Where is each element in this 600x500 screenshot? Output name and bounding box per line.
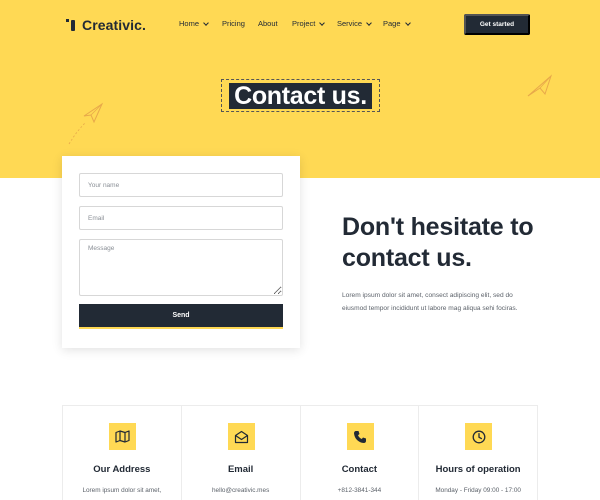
nav-item-home[interactable]: Home: [179, 19, 209, 28]
nav-item-label: Project: [292, 19, 316, 28]
nav-item-label: Pricing: [222, 19, 245, 28]
chevron-down-icon: [203, 19, 209, 26]
message-textarea[interactable]: [79, 239, 283, 296]
card-text[interactable]: +812-3841-344: [301, 487, 419, 494]
clock-icon: [465, 423, 493, 450]
card-title: Email: [227, 464, 254, 475]
email-card: Email hello@creativic.mes: [182, 406, 301, 500]
email-input[interactable]: [79, 206, 283, 230]
card-title: Contact: [341, 464, 378, 475]
paper-plane-icon: [527, 74, 553, 97]
card-title: Our Address: [93, 464, 151, 475]
card-text: Lorem ipsum dolor sit amet,: [82, 487, 162, 494]
nav-item-page[interactable]: Page: [383, 19, 411, 28]
page-title-frame: Contact us.: [221, 79, 380, 112]
nav-item-label: Service: [337, 19, 363, 28]
logo-icon: [66, 18, 78, 32]
envelope-icon: [227, 423, 255, 450]
nav-item-label: About: [258, 19, 278, 28]
section-heading: Don't hesitate to contact us.: [342, 213, 534, 272]
brand-logo[interactable]: Creativic.: [66, 16, 146, 34]
map-icon: [109, 423, 136, 450]
send-button[interactable]: Send: [79, 304, 283, 329]
brand-name: Creativic.: [82, 17, 147, 33]
nav-item-pricing[interactable]: Pricing: [222, 19, 245, 28]
nav-item-label: Home: [179, 19, 200, 28]
nav-item-label: Page: [383, 19, 401, 28]
chevron-down-icon: [319, 19, 326, 26]
section-description: Lorem ipsum dolor sit amet, consect adip…: [342, 292, 518, 312]
contact-card: Contact +812-3841-344: [301, 406, 420, 500]
nav-item-about[interactable]: About: [258, 19, 278, 28]
address-card: Our Address Lorem ipsum dolor sit amet,: [63, 406, 182, 500]
page-title: Contact us.: [229, 82, 372, 109]
get-started-button[interactable]: Get started: [464, 14, 530, 35]
paper-plane-icon: [68, 102, 104, 145]
nav-item-service[interactable]: Service: [337, 19, 372, 28]
card-text[interactable]: hello@creativic.mes: [182, 487, 300, 494]
card-text: Monday - Friday 09:00 - 17:00: [435, 487, 521, 494]
chevron-down-icon: [404, 19, 411, 26]
phone-icon: [346, 423, 374, 450]
card-title: Hours of operation: [435, 464, 521, 475]
nav-item-project[interactable]: Project: [292, 19, 326, 28]
name-input[interactable]: [79, 173, 283, 197]
chevron-down-icon: [366, 19, 372, 26]
hours-card: Hours of operation Monday - Friday 09:00…: [419, 406, 537, 500]
info-cards: Our Address Lorem ipsum dolor sit amet, …: [62, 405, 538, 500]
contact-form: Send: [62, 156, 300, 348]
